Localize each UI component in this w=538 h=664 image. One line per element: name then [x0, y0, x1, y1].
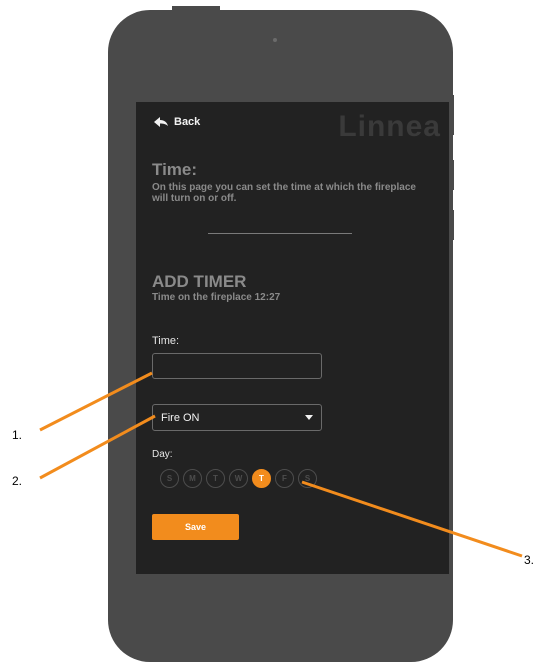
callout-label-1: 1.	[12, 428, 23, 442]
callout-arrow-1	[39, 371, 153, 432]
callout-label-2: 2.	[12, 474, 23, 488]
callout-arrows	[39, 371, 523, 558]
callout-label-3: 3.	[524, 553, 535, 567]
callout-arrow-3	[301, 480, 523, 558]
callout-arrow-2	[39, 414, 156, 480]
